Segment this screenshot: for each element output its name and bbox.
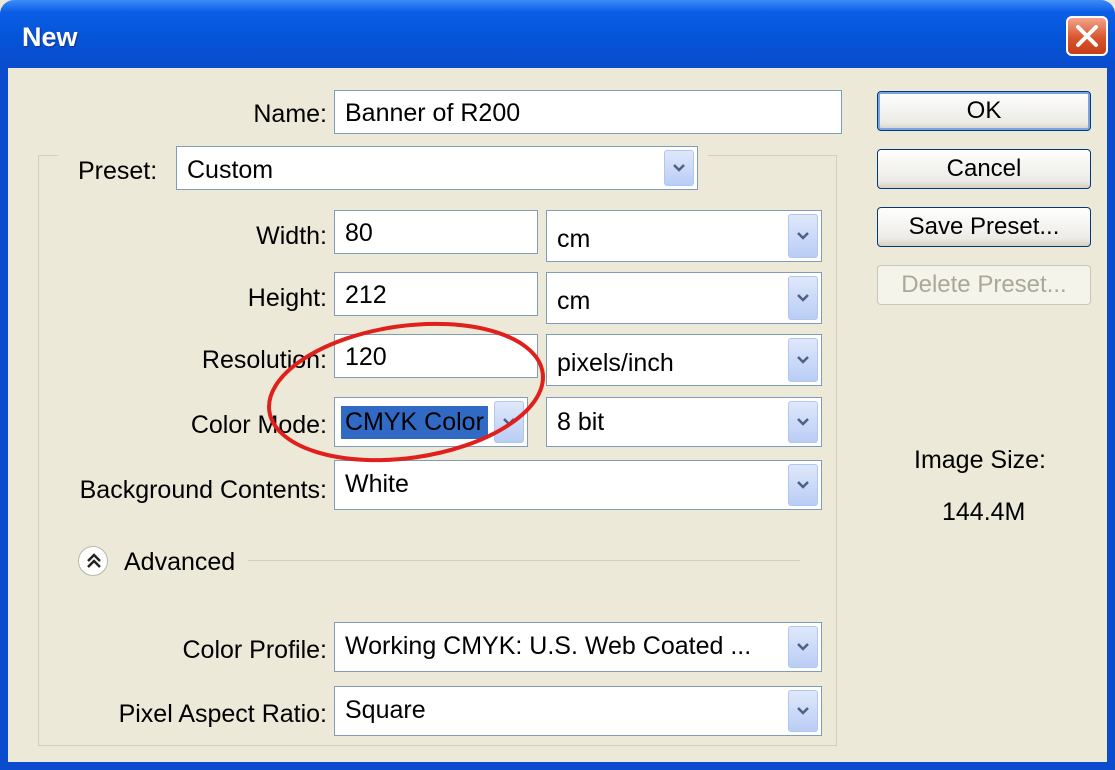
advanced-divider [248,560,800,561]
double-chevron-up-icon [87,553,101,568]
bit-depth-dropdown[interactable]: 8 bit [546,397,822,447]
name-input[interactable]: Banner of R200 [334,90,842,134]
close-button[interactable] [1066,16,1108,56]
color-profile-value: Working CMYK: U.S. Web Coated ... [345,632,752,660]
window-frame-bottom [0,762,1115,770]
chevron-down-icon[interactable] [664,150,694,186]
cancel-button[interactable]: Cancel [877,149,1091,189]
height-unit-value: cm [557,287,591,315]
advanced-label: Advanced [124,548,236,576]
window-frame-left [0,68,8,770]
preset-label: Preset: [78,157,158,185]
chevron-down-icon[interactable] [788,690,818,732]
chevron-down-icon[interactable] [788,626,818,668]
color-profile-dropdown[interactable]: Working CMYK: U.S. Web Coated ... [334,622,822,672]
title-bar: New [0,0,1115,68]
resolution-unit-value: pixels/inch [557,349,674,377]
image-size-value: 144.4M [942,498,1026,526]
height-label: Height: [247,284,327,312]
image-size-label: Image Size: [914,446,1047,474]
resolution-unit-dropdown[interactable]: pixels/inch [546,334,822,386]
chevron-down-icon[interactable] [788,464,818,506]
name-label: Name: [253,100,327,128]
annotation-circle [267,321,545,463]
width-input[interactable]: 80 [334,210,538,254]
save-preset-button[interactable]: Save Preset... [877,207,1091,247]
pixel-aspect-ratio-dropdown[interactable]: Square [334,686,822,736]
pixel-aspect-ratio-value: Square [345,696,426,724]
delete-preset-button[interactable]: Delete Preset... [877,265,1091,305]
close-icon [1076,25,1098,47]
chevron-down-icon[interactable] [788,338,818,382]
chevron-down-icon[interactable] [788,401,818,443]
preset-value: Custom [187,156,274,184]
height-input[interactable]: 212 [334,272,538,316]
background-contents-value: White [345,470,409,498]
color-profile-label: Color Profile: [182,636,328,664]
preset-dropdown[interactable]: Custom [176,146,698,190]
chevron-down-icon[interactable] [788,276,818,320]
bit-depth-value: 8 bit [557,408,605,436]
ok-button[interactable]: OK [877,91,1091,131]
width-unit-dropdown[interactable]: cm [546,210,822,262]
window-frame-right [1107,68,1115,770]
height-unit-dropdown[interactable]: cm [546,272,822,324]
window-title: New [22,22,78,52]
pixel-aspect-ratio-label: Pixel Aspect Ratio: [118,700,327,728]
chevron-down-icon[interactable] [788,214,818,258]
width-unit-value: cm [557,225,591,253]
advanced-toggle[interactable] [78,546,108,576]
background-contents-label: Background Contents: [79,476,327,504]
width-label: Width: [256,222,327,250]
